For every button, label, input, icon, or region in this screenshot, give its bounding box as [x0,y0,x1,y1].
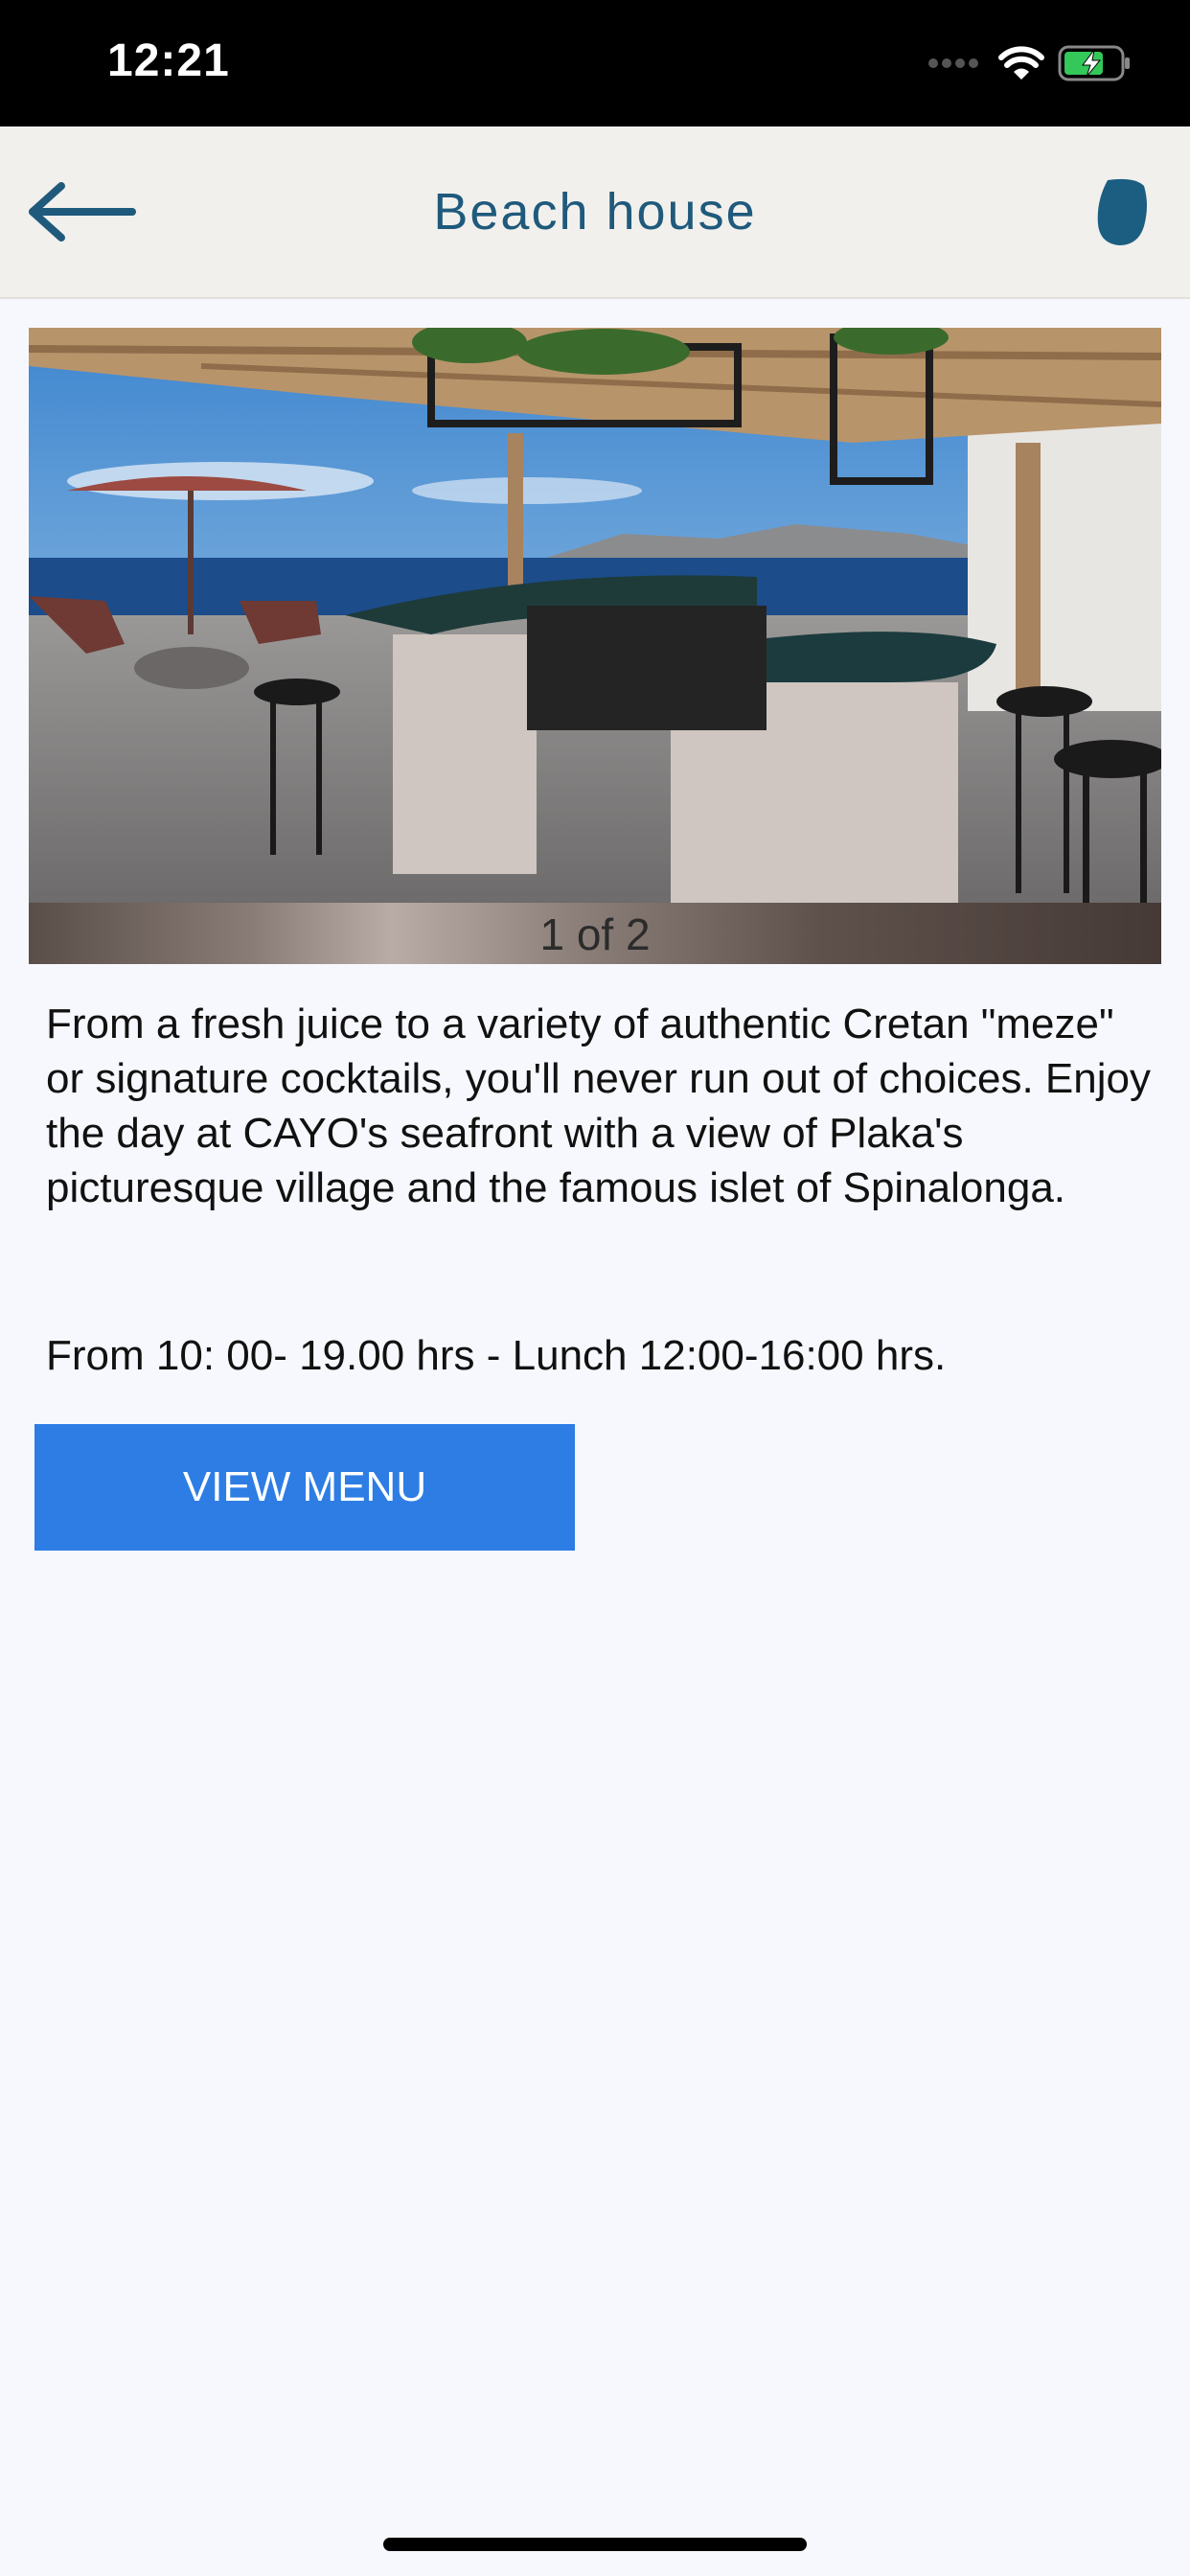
status-time: 12:21 [107,35,230,86]
photo-gallery[interactable]: 1 of 2 [29,328,1161,964]
view-menu-button[interactable]: VIEW MENU [34,1424,575,1551]
battery-charging-icon [1058,45,1130,81]
page-title: Beach house [433,183,757,241]
gallery-photo [29,328,1161,903]
brand-logo-icon [1096,176,1148,247]
venue-description: From a fresh juice to a variety of authe… [46,1000,1151,1211]
status-bar: 12:21 [0,0,1190,126]
gallery-counter: 1 of 2 [539,909,651,959]
status-icons [927,42,1133,84]
nav-bar: Beach house [0,126,1190,299]
home-indicator[interactable] [383,2538,807,2551]
wifi-icon [998,46,1044,80]
opening-hours: From 10: 00- 19.00 hrs - Lunch 12:00-16:… [46,1332,947,1379]
signal-icon [928,58,978,68]
